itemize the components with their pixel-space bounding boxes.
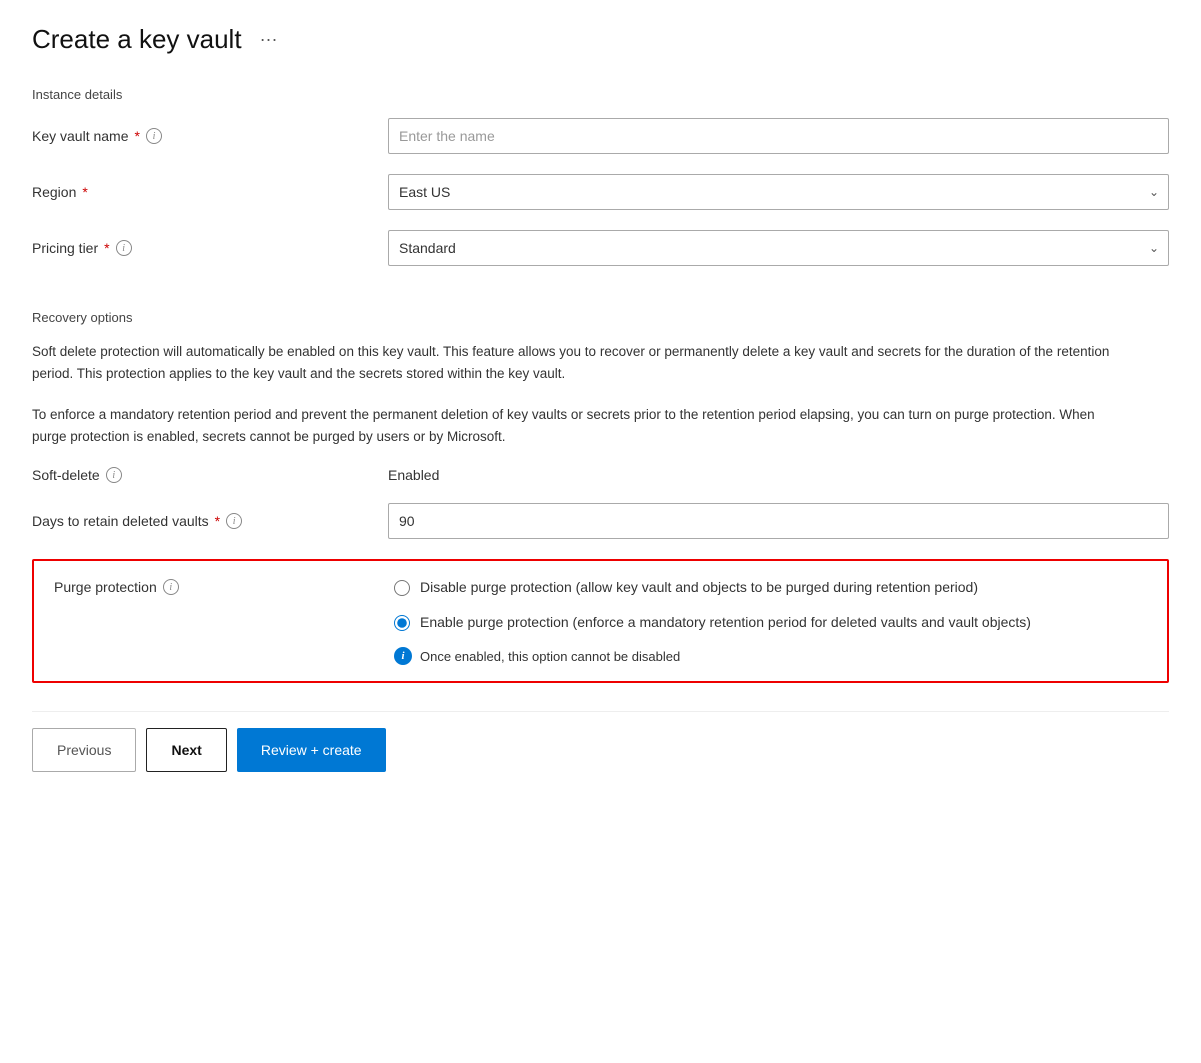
region-select-wrapper: East US West US West Europe East Asia ⌄ — [388, 174, 1169, 210]
region-label-text: Region — [32, 184, 76, 200]
days-to-retain-label: Days to retain deleted vaults * i — [32, 513, 372, 529]
footer-buttons: Previous Next Review + create — [32, 711, 1169, 772]
purge-protection-label-col: Purge protection i — [54, 577, 394, 665]
region-select[interactable]: East US West US West Europe East Asia — [388, 174, 1169, 210]
soft-delete-value: Enabled — [388, 467, 1169, 483]
pricing-tier-info-icon[interactable]: i — [116, 240, 132, 256]
pricing-tier-select-wrapper: Standard Premium ⌄ — [388, 230, 1169, 266]
purge-info-blue-icon: i — [394, 647, 412, 665]
recovery-options-section: Recovery options Soft delete protection … — [32, 310, 1169, 683]
key-vault-name-label-text: Key vault name — [32, 128, 129, 144]
region-row: Region * East US West US West Europe Eas… — [32, 174, 1169, 210]
pricing-tier-required: * — [104, 240, 109, 256]
pricing-tier-select[interactable]: Standard Premium — [388, 230, 1169, 266]
soft-delete-label: Soft-delete i — [32, 467, 372, 483]
days-to-retain-input[interactable]: 90 — [388, 503, 1169, 539]
key-vault-name-label: Key vault name * i — [32, 128, 372, 144]
days-to-retain-label-text: Days to retain deleted vaults — [32, 513, 209, 529]
pricing-tier-row: Pricing tier * i Standard Premium ⌄ — [32, 230, 1169, 266]
days-to-retain-info-icon[interactable]: i — [226, 513, 242, 529]
previous-button[interactable]: Previous — [32, 728, 136, 772]
page-title: Create a key vault — [32, 24, 242, 55]
purge-enable-label: Enable purge protection (enforce a manda… — [420, 612, 1031, 633]
purge-info-note: i Once enabled, this option cannot be di… — [394, 647, 1147, 665]
key-vault-name-info-icon[interactable]: i — [146, 128, 162, 144]
pricing-tier-label: Pricing tier * i — [32, 240, 372, 256]
pricing-tier-label-text: Pricing tier — [32, 240, 98, 256]
next-button[interactable]: Next — [146, 728, 226, 772]
purge-protection-section: Purge protection i Disable purge protect… — [32, 559, 1169, 683]
region-required: * — [82, 184, 87, 200]
key-vault-name-required: * — [135, 128, 140, 144]
purge-enable-option[interactable]: Enable purge protection (enforce a manda… — [394, 612, 1147, 633]
review-create-button[interactable]: Review + create — [237, 728, 386, 772]
page-title-section: Create a key vault ··· — [32, 24, 1169, 55]
recovery-options-label: Recovery options — [32, 310, 1169, 325]
key-vault-name-input[interactable] — [388, 118, 1169, 154]
days-to-retain-required: * — [215, 513, 220, 529]
soft-delete-info-icon[interactable]: i — [106, 467, 122, 483]
purge-disable-radio[interactable] — [394, 580, 410, 596]
purge-protection-info-icon[interactable]: i — [163, 579, 179, 595]
purge-protection-label-text: Purge protection — [54, 579, 157, 595]
region-label: Region * — [32, 184, 372, 200]
instance-details-label: Instance details — [32, 87, 1169, 102]
key-vault-name-row: Key vault name * i — [32, 118, 1169, 154]
recovery-description-2: To enforce a mandatory retention period … — [32, 404, 1132, 447]
purge-info-note-text: Once enabled, this option cannot be disa… — [420, 649, 680, 664]
purge-enable-radio[interactable] — [394, 615, 410, 631]
recovery-description-1: Soft delete protection will automaticall… — [32, 341, 1132, 384]
days-to-retain-row: Days to retain deleted vaults * i 90 — [32, 503, 1169, 539]
purge-protection-options: Disable purge protection (allow key vaul… — [394, 577, 1147, 665]
ellipsis-menu-button[interactable]: ··· — [254, 27, 284, 52]
purge-disable-option[interactable]: Disable purge protection (allow key vaul… — [394, 577, 1147, 598]
purge-disable-label: Disable purge protection (allow key vaul… — [420, 577, 978, 598]
soft-delete-label-text: Soft-delete — [32, 467, 100, 483]
soft-delete-row: Soft-delete i Enabled — [32, 467, 1169, 483]
